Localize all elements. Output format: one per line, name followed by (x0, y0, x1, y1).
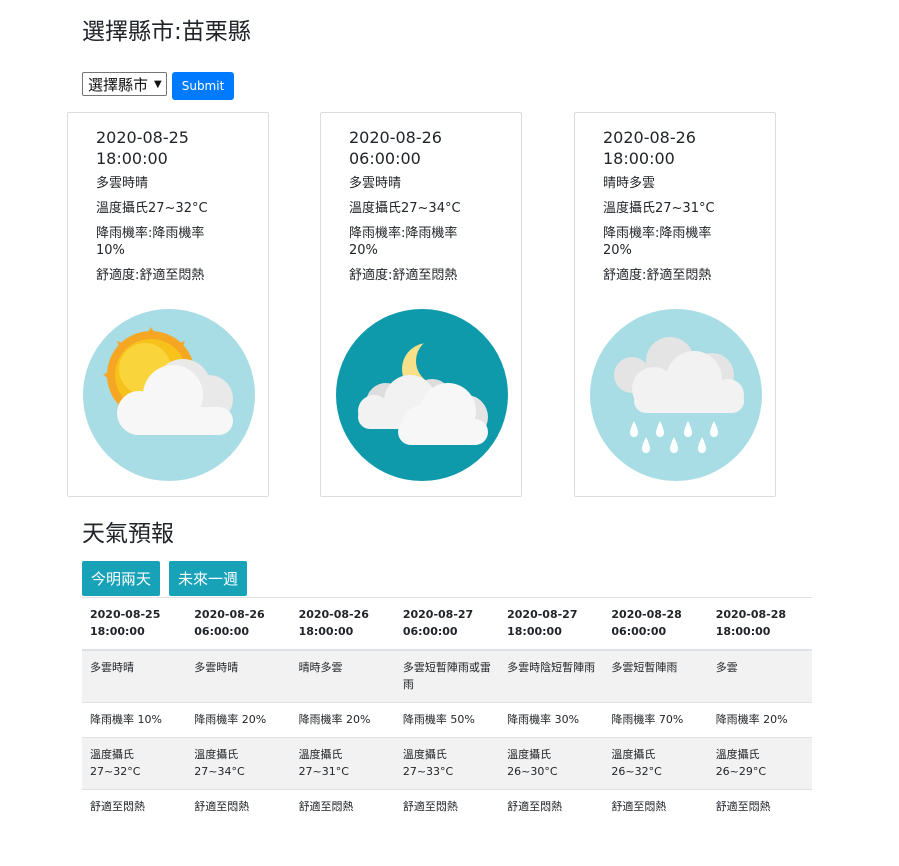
table-row: 舒適至悶熱 舒適至悶熱 舒適至悶熱 舒適至悶熱 舒適至悶熱 舒適至悶熱 舒適至悶… (82, 789, 812, 824)
table-row: 多雲時晴 多雲時晴 晴時多雲 多雲短暫陣雨或雷雨 多雲時陰短暫陣雨 多雲短暫陣雨… (82, 649, 812, 703)
table-cell: 多雲時晴 (82, 649, 187, 703)
forecast-title: 天氣預報 (82, 521, 174, 547)
card-comfort: 舒適度:舒適至悶熱 (603, 268, 712, 283)
card-datetime: 2020-08-26 06:00:00 (349, 128, 442, 168)
page-title: 選擇縣市:苗栗縣 (82, 19, 251, 45)
table-cell: 舒適至悶熱 (290, 789, 395, 824)
rain-cloud-icon (590, 309, 762, 481)
submit-button[interactable]: Submit (171, 72, 235, 100)
table-cell: 舒適至悶熱 (394, 789, 500, 824)
table-cell: 舒適至悶熱 (82, 789, 187, 824)
card-weather: 晴時多雲 (603, 176, 656, 191)
table-cell: 舒適至悶熱 (186, 789, 291, 824)
column-header: 2020-08-26 18:00:00 (290, 597, 395, 651)
forecast-tabs: 今明兩天 未來一週 (82, 561, 248, 596)
table-cell: 多雲時晴 (186, 649, 291, 703)
card-comfort: 舒適度:舒適至悶熱 (349, 268, 458, 283)
moon-cloud-icon (336, 309, 508, 481)
weather-card: 2020-08-26 18:00:00 晴時多雲 溫度攝氏27~31°C 降雨機率… (574, 112, 776, 497)
table-cell: 舒適至悶熱 (499, 789, 604, 824)
table-cell: 降雨機率 10% (82, 702, 187, 738)
table-cell: 降雨機率 20% (290, 702, 395, 738)
card-weather: 多雲時晴 (96, 176, 149, 191)
weather-card: 2020-08-25 18:00:00 多雲時晴 溫度攝氏27~32°C 降雨機率… (67, 112, 269, 497)
table-cell: 溫度攝氏 26~30°C (499, 737, 604, 790)
table-cell: 多雲 (707, 649, 812, 703)
table-cell: 溫度攝氏 27~32°C (82, 737, 187, 790)
card-rain: 降雨機率:降雨機率 20% (349, 226, 458, 258)
tab-two-days[interactable]: 今明兩天 (82, 561, 161, 596)
table-row: 溫度攝氏 27~32°C 溫度攝氏 27~34°C 溫度攝氏 27~31°C 溫度攝氏… (82, 737, 812, 790)
table-cell: 溫度攝氏 27~34°C (186, 737, 291, 790)
weather-card: 2020-08-26 06:00:00 多雲時晴 溫度攝氏27~34°C 降雨機率… (320, 112, 522, 497)
table-cell: 多雲短暫陣雨 (603, 649, 708, 703)
column-header: 2020-08-27 06:00:00 (394, 597, 500, 651)
table-cell: 溫度攝氏 26~32°C (603, 737, 708, 790)
table-cell: 多雲短暫陣雨或雷雨 (394, 649, 500, 703)
card-temperature: 溫度攝氏27~32°C (96, 201, 208, 216)
table-cell: 溫度攝氏 27~33°C (394, 737, 500, 790)
card-weather: 多雲時晴 (349, 176, 402, 191)
table-cell: 溫度攝氏 26~29°C (707, 737, 812, 790)
card-comfort: 舒適度:舒適至悶熱 (96, 268, 205, 283)
table-cell: 舒適至悶熱 (707, 789, 812, 824)
sun-cloud-icon (83, 309, 255, 481)
column-header: 2020-08-26 06:00:00 (186, 597, 291, 651)
tab-one-week[interactable]: 未來一週 (169, 561, 248, 596)
card-temperature: 溫度攝氏27~31°C (603, 201, 715, 216)
table-header-row: 2020-08-25 18:00:00 2020-08-26 06:00:00 20… (82, 597, 812, 651)
card-rain: 降雨機率:降雨機率 10% (96, 226, 205, 258)
table-cell: 降雨機率 30% (499, 702, 604, 738)
card-datetime: 2020-08-26 18:00:00 (603, 128, 696, 168)
column-header: 2020-08-27 18:00:00 (499, 597, 604, 651)
city-select-value: 選擇縣市 (88, 75, 149, 94)
table-cell: 降雨機率 50% (394, 702, 500, 738)
column-header: 2020-08-25 18:00:00 (82, 597, 187, 651)
card-rain: 降雨機率:降雨機率 20% (603, 226, 712, 258)
table-cell: 溫度攝氏 27~31°C (290, 737, 395, 790)
table-cell: 晴時多雲 (290, 649, 395, 703)
city-controls: 選擇縣市 ▼ Submit (82, 68, 235, 100)
table-row: 降雨機率 10% 降雨機率 20% 降雨機率 20% 降雨機率 50% 降雨機率… (82, 702, 812, 738)
card-datetime: 2020-08-25 18:00:00 (96, 128, 189, 168)
table-cell: 降雨機率 20% (186, 702, 291, 738)
chevron-down-icon: ▼ (154, 78, 162, 90)
table-cell: 降雨機率 20% (707, 702, 812, 738)
card-temperature: 溫度攝氏27~34°C (349, 201, 461, 216)
city-select[interactable]: 選擇縣市 ▼ (82, 72, 167, 96)
column-header: 2020-08-28 18:00:00 (707, 597, 812, 651)
table-cell: 降雨機率 70% (603, 702, 708, 738)
forecast-table: 2020-08-25 18:00:00 2020-08-26 06:00:00 20… (82, 597, 812, 824)
column-header: 2020-08-28 06:00:00 (603, 597, 708, 651)
table-cell: 舒適至悶熱 (603, 789, 708, 824)
table-cell: 多雲時陰短暫陣雨 (499, 649, 604, 703)
